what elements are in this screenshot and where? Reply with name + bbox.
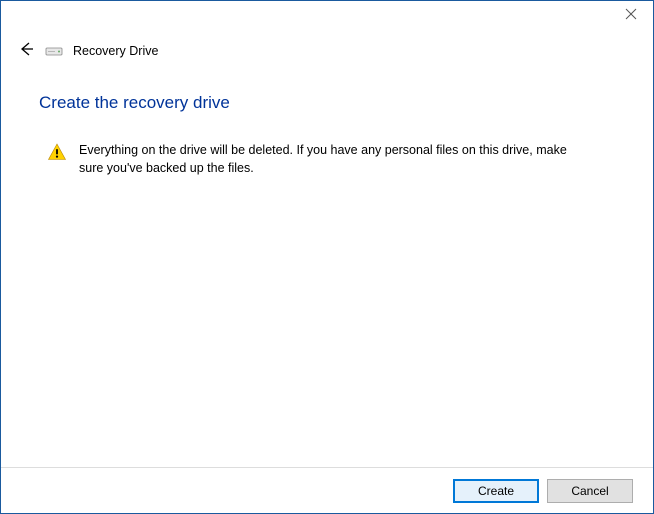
wizard-header: Recovery Drive <box>1 1 653 61</box>
page-heading: Create the recovery drive <box>39 93 615 113</box>
close-button[interactable] <box>625 7 639 21</box>
warning-row: Everything on the drive will be deleted.… <box>39 141 615 177</box>
cancel-button[interactable]: Cancel <box>547 479 633 503</box>
warning-icon <box>47 142 67 162</box>
back-button[interactable] <box>17 42 35 60</box>
back-arrow-icon <box>17 40 35 63</box>
wizard-title: Recovery Drive <box>73 44 158 58</box>
drive-icon <box>45 44 63 58</box>
wizard-content: Create the recovery drive Everything on … <box>1 61 653 177</box>
wizard-footer: Create Cancel <box>1 467 653 513</box>
close-icon <box>625 7 637 24</box>
create-button[interactable]: Create <box>453 479 539 503</box>
warning-text: Everything on the drive will be deleted.… <box>79 141 584 177</box>
